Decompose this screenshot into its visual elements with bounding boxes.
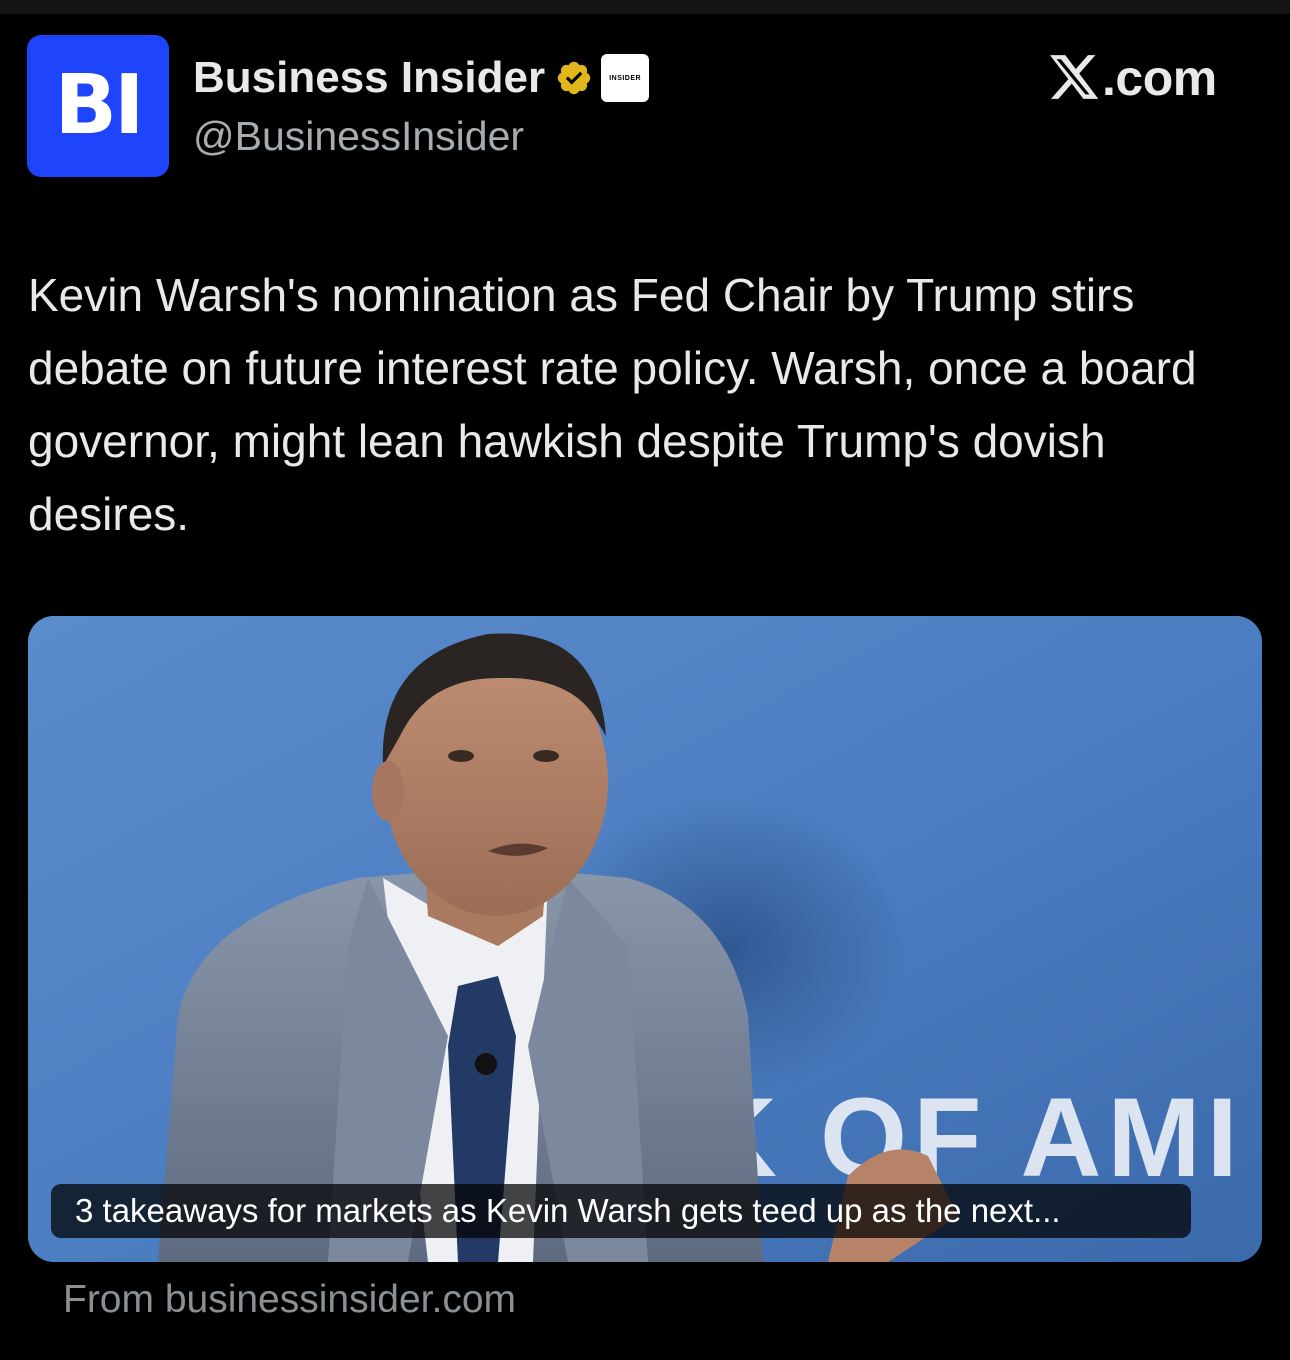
link-preview-card[interactable]: K OF AMI 3 takeaways for markets as Kevi… [28, 616, 1262, 1262]
avatar-logo-text: BI [54, 58, 144, 153]
x-logo-icon [1050, 55, 1099, 99]
article-photo: K OF AMI [28, 616, 1262, 1262]
top-divider [0, 0, 1290, 14]
display-name[interactable]: Business Insider [193, 53, 545, 103]
post-text: Kevin Warsh's nomination as Fed Chair by… [28, 269, 1197, 540]
link-source[interactable]: From businessinsider.com [63, 1278, 516, 1322]
account-handle[interactable]: @BusinessInsider [193, 113, 524, 160]
backdrop-lettering: K OF AMI [696, 1075, 1244, 1200]
x-brand: .com [1050, 50, 1217, 106]
affiliate-badge-text: INSIDER [609, 74, 642, 82]
display-name-row: Business Insider INSIDER [193, 52, 650, 104]
verified-badge-icon[interactable] [555, 59, 593, 97]
x-domain-text: .com [1102, 50, 1217, 106]
link-card-caption[interactable]: 3 takeaways for markets as Kevin Warsh g… [51, 1184, 1191, 1238]
account-avatar[interactable]: BI [27, 35, 169, 177]
affiliate-badge[interactable]: INSIDER [601, 54, 650, 102]
